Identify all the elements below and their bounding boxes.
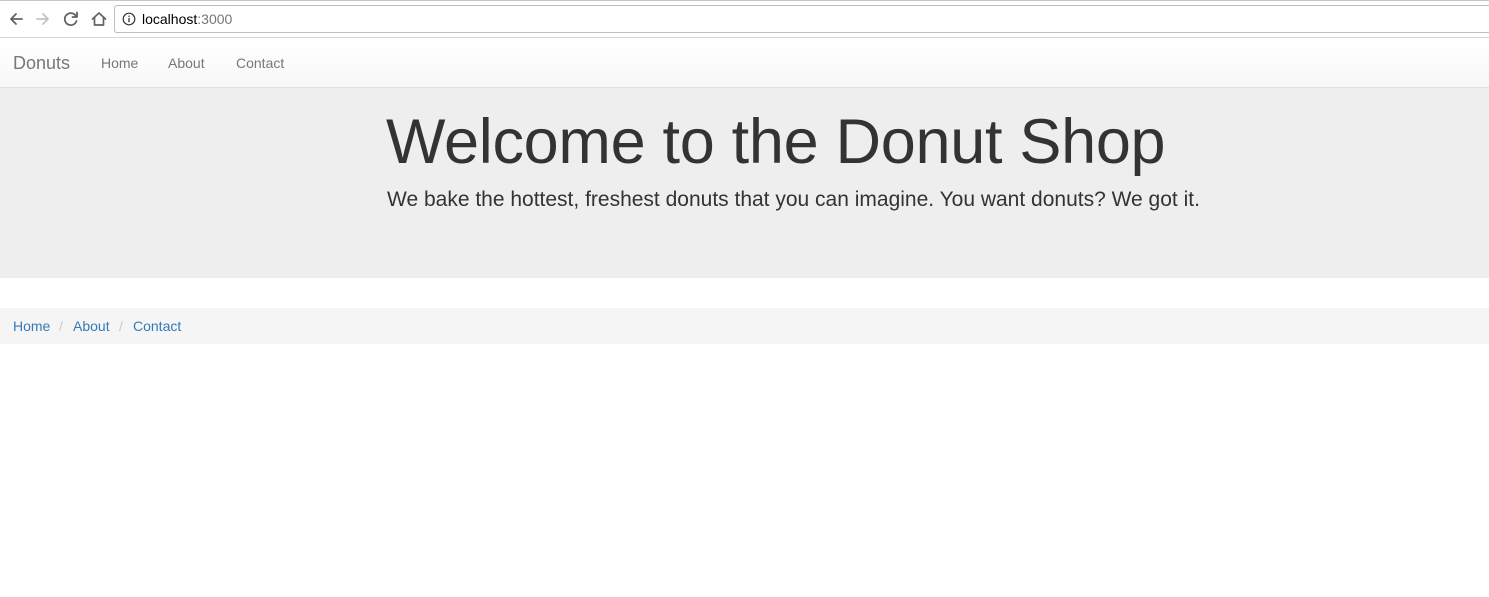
home-button[interactable] (88, 8, 110, 30)
breadcrumb-contact[interactable]: Contact (133, 318, 181, 334)
jumbotron-tagline: We bake the hottest, freshest donuts tha… (387, 188, 1200, 211)
forward-arrow-icon (36, 13, 49, 25)
forward-button[interactable] (32, 8, 54, 30)
breadcrumb-separator: / (59, 318, 63, 334)
page-title: Welcome to the Donut Shop (386, 107, 1166, 177)
breadcrumb-about[interactable]: About (73, 318, 110, 334)
nav-link-home[interactable]: Home (101, 55, 138, 71)
address-bar[interactable]: localhost:3000 (114, 5, 1489, 33)
back-arrow-icon (10, 13, 23, 25)
url-text[interactable]: localhost:3000 (142, 11, 232, 27)
window-edge (0, 0, 1489, 1)
back-button[interactable] (5, 8, 27, 30)
breadcrumb-home[interactable]: Home (13, 318, 50, 334)
nav-link-contact[interactable]: Contact (236, 55, 284, 71)
url-port: :3000 (197, 11, 233, 27)
site-navbar: Donuts Home About Contact (0, 38, 1489, 88)
url-host: localhost (142, 11, 198, 27)
navbar-brand[interactable]: Donuts (13, 53, 70, 73)
browser-toolbar: localhost:3000 (0, 0, 1489, 38)
nav-link-about[interactable]: About (168, 55, 205, 71)
info-icon[interactable] (122, 12, 136, 26)
reload-button[interactable] (60, 8, 82, 30)
home-icon (91, 12, 107, 26)
breadcrumb: Home / About / Contact (0, 308, 1489, 344)
breadcrumb-separator: / (119, 318, 123, 334)
jumbotron: Welcome to the Donut Shop We bake the ho… (0, 88, 1489, 278)
reload-icon (63, 11, 78, 27)
